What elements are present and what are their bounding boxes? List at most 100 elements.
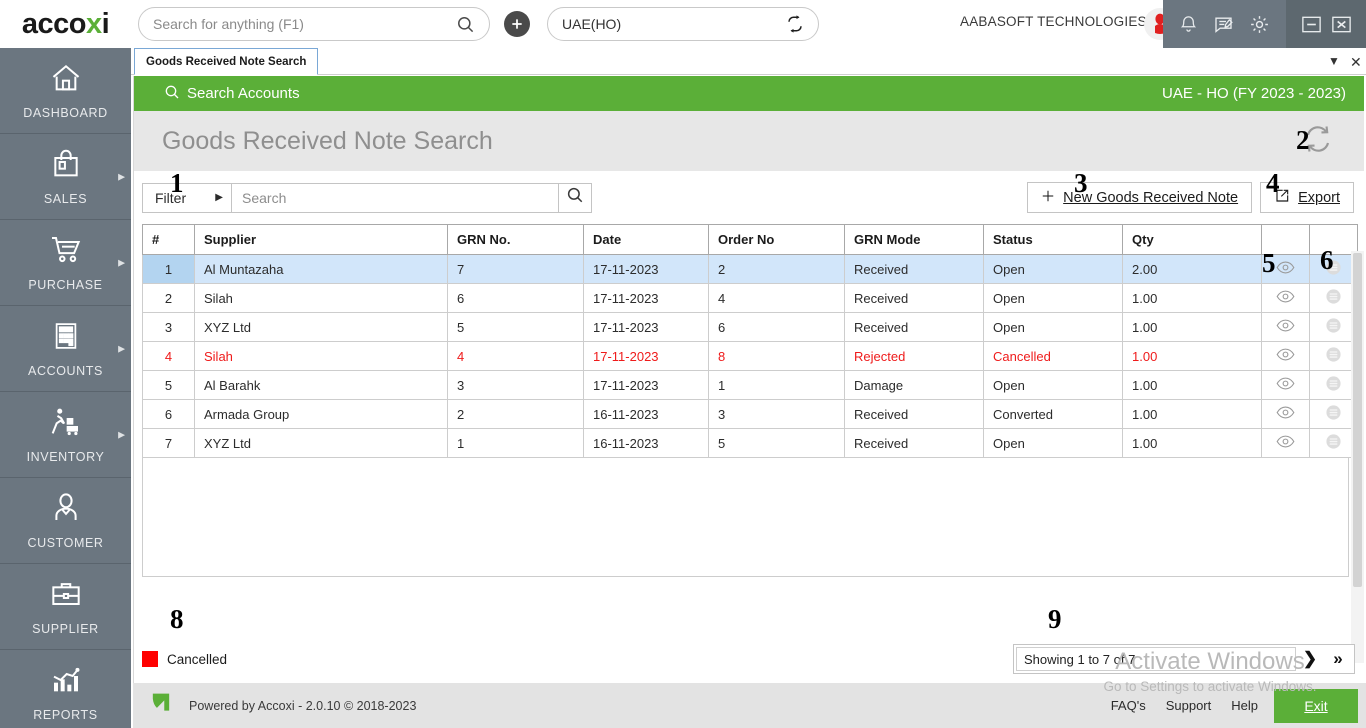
- refresh-icon[interactable]: [1302, 123, 1334, 160]
- eye-icon[interactable]: [1261, 399, 1310, 429]
- cell-index: 7: [142, 428, 195, 458]
- col-supplier[interactable]: Supplier: [194, 224, 448, 255]
- sidebar-item-sales[interactable]: SALES ▶: [0, 134, 131, 220]
- cell-index: 3: [142, 312, 195, 342]
- eye-icon[interactable]: [1261, 428, 1310, 458]
- next-page-button[interactable]: ❯: [1296, 647, 1324, 671]
- col-grn-no[interactable]: GRN No.: [447, 224, 584, 255]
- shopping-bag-icon: [50, 148, 82, 185]
- sidebar-item-inventory[interactable]: INVENTORY ▶: [0, 392, 131, 478]
- tab-close-icon[interactable]: ✕: [1350, 54, 1362, 71]
- col-order-no[interactable]: Order No: [708, 224, 845, 255]
- cell-status: Open: [983, 370, 1123, 400]
- help-link[interactable]: Help: [1231, 698, 1258, 713]
- cell-qty: 1.00: [1122, 312, 1262, 342]
- sidebar-item-customer[interactable]: CUSTOMER: [0, 478, 131, 564]
- gear-icon[interactable]: [1249, 14, 1270, 35]
- briefcase-icon: [48, 578, 84, 615]
- add-new-button[interactable]: [504, 11, 530, 37]
- global-search[interactable]: [138, 7, 490, 41]
- system-icons: [1163, 0, 1286, 48]
- sidebar-item-accounts[interactable]: ACCOUNTS ▶: [0, 306, 131, 392]
- message-icon[interactable]: [1213, 14, 1234, 34]
- new-goods-received-note-button[interactable]: New Goods Received Note: [1027, 182, 1253, 213]
- sidebar-item-dashboard[interactable]: DASHBOARD: [0, 48, 131, 134]
- search-button[interactable]: [559, 184, 591, 212]
- search-input[interactable]: [242, 189, 548, 206]
- filter-search-group: Filter ▶: [142, 182, 592, 213]
- cell-qty: 1.00: [1122, 283, 1262, 313]
- sidebar-label: CUSTOMER: [27, 535, 104, 550]
- switch-icon[interactable]: [786, 15, 804, 33]
- eye-icon[interactable]: [1261, 254, 1310, 284]
- export-button[interactable]: Export: [1260, 182, 1354, 213]
- table-row[interactable]: 1 Al Muntazaha 7 17-11-2023 2 Received Open 2.0…: [142, 254, 1358, 284]
- filter-dropdown[interactable]: Filter ▶: [143, 184, 231, 212]
- table-row[interactable]: 3 XYZ Ltd 5 17-11-2023 6 Received Open 1.00: [142, 312, 1358, 342]
- cell-grn-mode: Damage: [844, 370, 984, 400]
- cell-grn-mode: Received: [844, 399, 984, 429]
- search-field[interactable]: [231, 183, 559, 212]
- sidebar-item-supplier[interactable]: SUPPLIER: [0, 564, 131, 650]
- eye-icon[interactable]: [1261, 312, 1310, 342]
- bell-icon[interactable]: [1179, 14, 1198, 34]
- col-grn-mode[interactable]: GRN Mode: [844, 224, 984, 255]
- faq-link[interactable]: FAQ's: [1111, 698, 1146, 713]
- table-vertical-scrollbar[interactable]: [1351, 251, 1364, 663]
- table-row[interactable]: 4 Silah 4 17-11-2023 8 Rejected Cancelled 1.00: [142, 341, 1358, 371]
- col-status[interactable]: Status: [983, 224, 1123, 255]
- branch-value: UAE(HO): [562, 16, 622, 32]
- table-row[interactable]: 7 XYZ Ltd 1 16-11-2023 5 Received Open 1.00: [142, 428, 1358, 458]
- eye-icon[interactable]: [1261, 341, 1310, 371]
- branch-selector[interactable]: UAE(HO): [547, 7, 819, 41]
- legend-pagination-row: Cancelled Showing 1 to 7 of 7 ❯ »: [134, 635, 1365, 683]
- tab-goods-received-note-search[interactable]: Goods Received Note Search: [134, 48, 319, 75]
- legend: Cancelled: [142, 651, 227, 667]
- col-qty[interactable]: Qty: [1122, 224, 1262, 255]
- cell-qty: 1.00: [1122, 370, 1262, 400]
- table-row[interactable]: 6 Armada Group 2 16-11-2023 3 Received Convert…: [142, 399, 1358, 429]
- close-icon[interactable]: [1330, 13, 1353, 36]
- cell-qty: 1.00: [1122, 341, 1262, 371]
- cell-qty: 1.00: [1122, 428, 1262, 458]
- col-index[interactable]: #: [142, 224, 195, 255]
- search-icon[interactable]: [456, 15, 475, 34]
- cell-status: Open: [983, 283, 1123, 313]
- cell-qty: 2.00: [1122, 254, 1262, 284]
- chevron-down-icon[interactable]: ▼: [1328, 54, 1340, 68]
- top-bar: accoxi UAE(HO) AABASOFT TECHNOLOGIES▸: [0, 0, 1366, 48]
- eye-icon[interactable]: [1261, 283, 1310, 313]
- cell-grn-mode: Received: [844, 254, 984, 284]
- exit-button[interactable]: Exit: [1274, 688, 1358, 723]
- cell-index: 5: [142, 370, 195, 400]
- last-page-button[interactable]: »: [1324, 647, 1352, 671]
- sidebar-item-reports[interactable]: REPORTS: [0, 650, 131, 728]
- global-search-input[interactable]: [153, 16, 456, 32]
- chevron-right-icon: ▶: [215, 192, 223, 203]
- sidebar-label: DASHBOARD: [23, 105, 108, 120]
- minimize-icon[interactable]: [1300, 13, 1323, 36]
- scrollbar-thumb[interactable]: [1353, 253, 1362, 587]
- sidebar-item-purchase[interactable]: PURCHASE ▶: [0, 220, 131, 306]
- sidebar-label: SUPPLIER: [32, 621, 99, 636]
- cell-status: Open: [983, 254, 1123, 284]
- legend-label: Cancelled: [167, 651, 228, 667]
- cell-grn-mode: Received: [844, 428, 984, 458]
- tab-label: Goods Received Note Search: [146, 55, 307, 68]
- eye-icon[interactable]: [1261, 370, 1310, 400]
- cell-date: 17-11-2023: [583, 341, 709, 371]
- fiscal-year-label: UAE - HO (FY 2023 - 2023): [1162, 85, 1346, 102]
- table-row[interactable]: 2 Silah 6 17-11-2023 4 Received Open 1.00: [142, 283, 1358, 313]
- company-name-area[interactable]: AABASOFT TECHNOLOGIES▸: [960, 14, 1155, 29]
- support-link[interactable]: Support: [1166, 698, 1212, 713]
- warehouse-worker-icon: [47, 406, 85, 443]
- exit-button-label: Exit: [1304, 697, 1328, 714]
- table-row[interactable]: 5 Al Barahk 3 17-11-2023 1 Damage Open 1.00: [142, 370, 1358, 400]
- powered-by-text: Powered by Accoxi - 2.0.10 © 2018-2023: [189, 698, 417, 713]
- logo-text-x: x: [85, 7, 102, 40]
- app-window: accoxi UAE(HO) AABASOFT TECHNOLOGIES▸: [0, 0, 1366, 728]
- cell-order-no: 6: [708, 312, 845, 342]
- cell-date: 17-11-2023: [583, 283, 709, 313]
- col-date[interactable]: Date: [583, 224, 709, 255]
- magnifier-icon: [164, 84, 180, 104]
